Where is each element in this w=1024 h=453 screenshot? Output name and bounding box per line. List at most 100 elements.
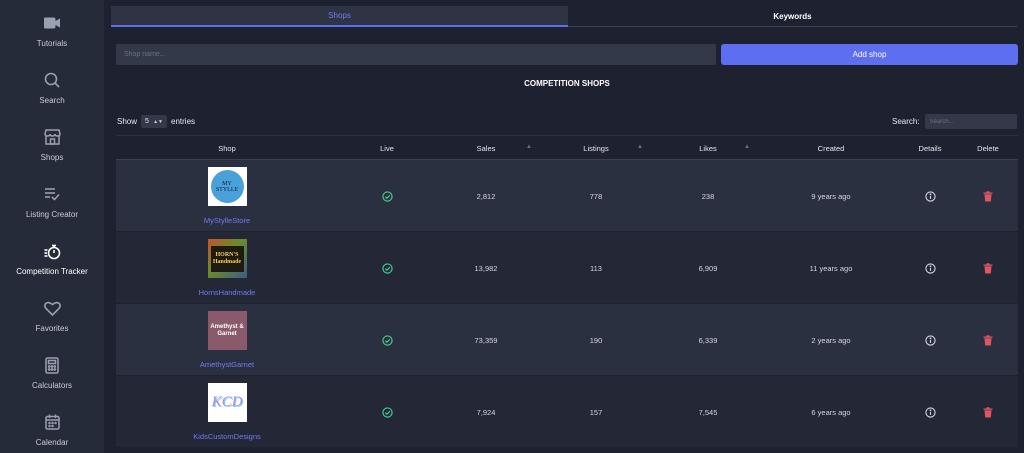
tab-shops[interactable]: Shops: [111, 6, 568, 27]
likes-cell: 238: [701, 191, 715, 201]
entries-label: entries: [171, 117, 196, 126]
sidebar-item-label: Shops: [40, 153, 64, 162]
calendar-icon: [42, 412, 62, 432]
entries-select[interactable]: 5 ▲▼: [141, 115, 168, 128]
likes-cell: 6,339: [698, 335, 718, 345]
table-header: Shop Live Sales ▲ Listings ▲ Likes ▲ Cre…: [116, 135, 1018, 160]
column-header-label: Likes: [699, 143, 717, 153]
sidebar-item-favorites[interactable]: Favorites: [0, 285, 104, 342]
entries-value: 5: [145, 118, 149, 125]
table-row: HORN'S Handmade HornsHandmade 13,982 113…: [116, 232, 1018, 304]
shop-logo-text: HORN'S Handmade: [212, 251, 242, 265]
shop-link[interactable]: KidsCustomDesigns: [193, 432, 261, 441]
trash-icon[interactable]: [983, 190, 993, 202]
sidebar-item-label: Favorites: [35, 324, 69, 333]
shop-link[interactable]: HornsHandmade: [199, 288, 256, 297]
column-header-delete: Delete: [977, 143, 999, 153]
listings-cell: 157: [589, 407, 603, 417]
created-cell: 11 years ago: [809, 263, 853, 273]
search-icon: [42, 70, 62, 90]
info-icon[interactable]: [924, 334, 936, 346]
sort-icon: ▲: [526, 144, 532, 150]
live-cell: [338, 160, 436, 232]
column-header-label: Sales: [476, 143, 496, 153]
table-row: KCD KidsCustomDesigns 7,924 157 7,545 6 …: [116, 376, 1018, 448]
created-cell: 6 years ago: [811, 407, 851, 417]
delete-cell: [958, 304, 1018, 376]
info-icon[interactable]: [924, 262, 936, 274]
shop-logo-text: Amethyst & Garnet: [210, 323, 244, 337]
sidebar-item-label: Calendar: [35, 438, 69, 447]
sidebar-item-label: Listing Creator: [25, 210, 79, 219]
select-arrows-icon: ▲▼: [153, 118, 164, 125]
column-header-listings[interactable]: Listings ▲: [536, 136, 656, 160]
info-icon[interactable]: [924, 190, 936, 202]
sort-icon: ▲: [637, 144, 643, 150]
column-header-likes[interactable]: Likes ▲: [656, 136, 760, 160]
sidebar-item-label: Search: [39, 96, 65, 105]
sidebar-item-tutorials[interactable]: Tutorials: [0, 0, 104, 57]
sidebar-item-competition-tracker[interactable]: Competition Tracker: [0, 228, 104, 285]
delete-cell: [958, 376, 1018, 448]
table-row: MY STYLLE MyStylleStore 2,812 778 238 9 …: [116, 160, 1018, 232]
shop-logo[interactable]: Amethyst & Garnet: [207, 311, 247, 350]
shop-name-input[interactable]: [116, 44, 716, 65]
sidebar-item-label: Competition Tracker: [16, 267, 88, 276]
shop-logo-text: KCD: [211, 394, 243, 410]
store-icon: [42, 127, 62, 147]
shop-logo[interactable]: MY STYLLE: [207, 167, 247, 206]
heart-icon: [42, 298, 62, 318]
likes-cell: 6,909: [698, 263, 718, 273]
sidebar-item-calendar[interactable]: Calendar: [0, 399, 104, 453]
live-check-icon: [381, 262, 393, 274]
listings-cell: 778: [589, 191, 603, 201]
sales-cell: 2,812: [476, 191, 496, 201]
column-header-sales[interactable]: Sales ▲: [436, 136, 536, 160]
sidebar-item-listing-creator[interactable]: Listing Creator: [0, 171, 104, 228]
column-header-shop[interactable]: Shop: [116, 136, 338, 160]
stopwatch-icon: [42, 241, 62, 261]
video-camera-icon: [42, 13, 62, 33]
show-entries-control: Show 5 ▲▼ entries: [117, 115, 195, 128]
sidebar-item-search[interactable]: Search: [0, 57, 104, 114]
add-shop-button[interactable]: Add shop: [721, 44, 1018, 65]
sidebar-item-shops[interactable]: Shops: [0, 114, 104, 171]
table-search-input[interactable]: [924, 114, 1017, 129]
competition-shops-table: Shop Live Sales ▲ Listings ▲ Likes ▲ Cre…: [116, 135, 1018, 448]
shop-link[interactable]: AmethystGarnet: [200, 360, 254, 369]
column-header-live[interactable]: Live: [338, 136, 436, 160]
delete-cell: [958, 232, 1018, 304]
column-header-label: Listings: [583, 143, 609, 153]
listings-cell: 190: [589, 335, 603, 345]
trash-icon[interactable]: [983, 262, 993, 274]
search-label: Search:: [892, 117, 920, 126]
sales-cell: 13,982: [474, 263, 498, 273]
live-check-icon: [381, 406, 393, 418]
sidebar-item-calculators[interactable]: Calculators: [0, 342, 104, 399]
section-title: COMPETITION SHOPS: [524, 79, 610, 88]
shop-logo[interactable]: KCD: [207, 383, 247, 422]
sidebar-item-label: Calculators: [31, 381, 72, 390]
column-header-created[interactable]: Created: [760, 136, 902, 160]
listings-cell: 113: [590, 263, 602, 273]
list-check-icon: [42, 184, 62, 204]
trash-icon[interactable]: [983, 406, 993, 418]
live-cell: [338, 232, 436, 304]
table-search: Search:: [892, 114, 1017, 129]
details-cell: [902, 376, 958, 448]
shop-logo[interactable]: HORN'S Handmade: [207, 239, 247, 278]
live-check-icon: [381, 334, 393, 346]
shop-cell: Amethyst & Garnet AmethystGarnet: [116, 304, 338, 376]
shop-cell: MY STYLLE MyStylleStore: [116, 160, 338, 232]
sidebar-item-label: Tutorials: [36, 39, 68, 48]
shop-logo-text: MY STYLLE: [215, 180, 239, 193]
details-cell: [902, 304, 958, 376]
info-icon[interactable]: [924, 406, 936, 418]
live-check-icon: [381, 190, 393, 202]
tab-keywords[interactable]: Keywords: [568, 6, 1017, 27]
shop-cell: KCD KidsCustomDesigns: [116, 376, 338, 448]
created-cell: 9 years ago: [811, 191, 851, 201]
trash-icon[interactable]: [983, 334, 993, 346]
created-cell: 2 years ago: [811, 335, 851, 345]
shop-link[interactable]: MyStylleStore: [204, 216, 250, 225]
